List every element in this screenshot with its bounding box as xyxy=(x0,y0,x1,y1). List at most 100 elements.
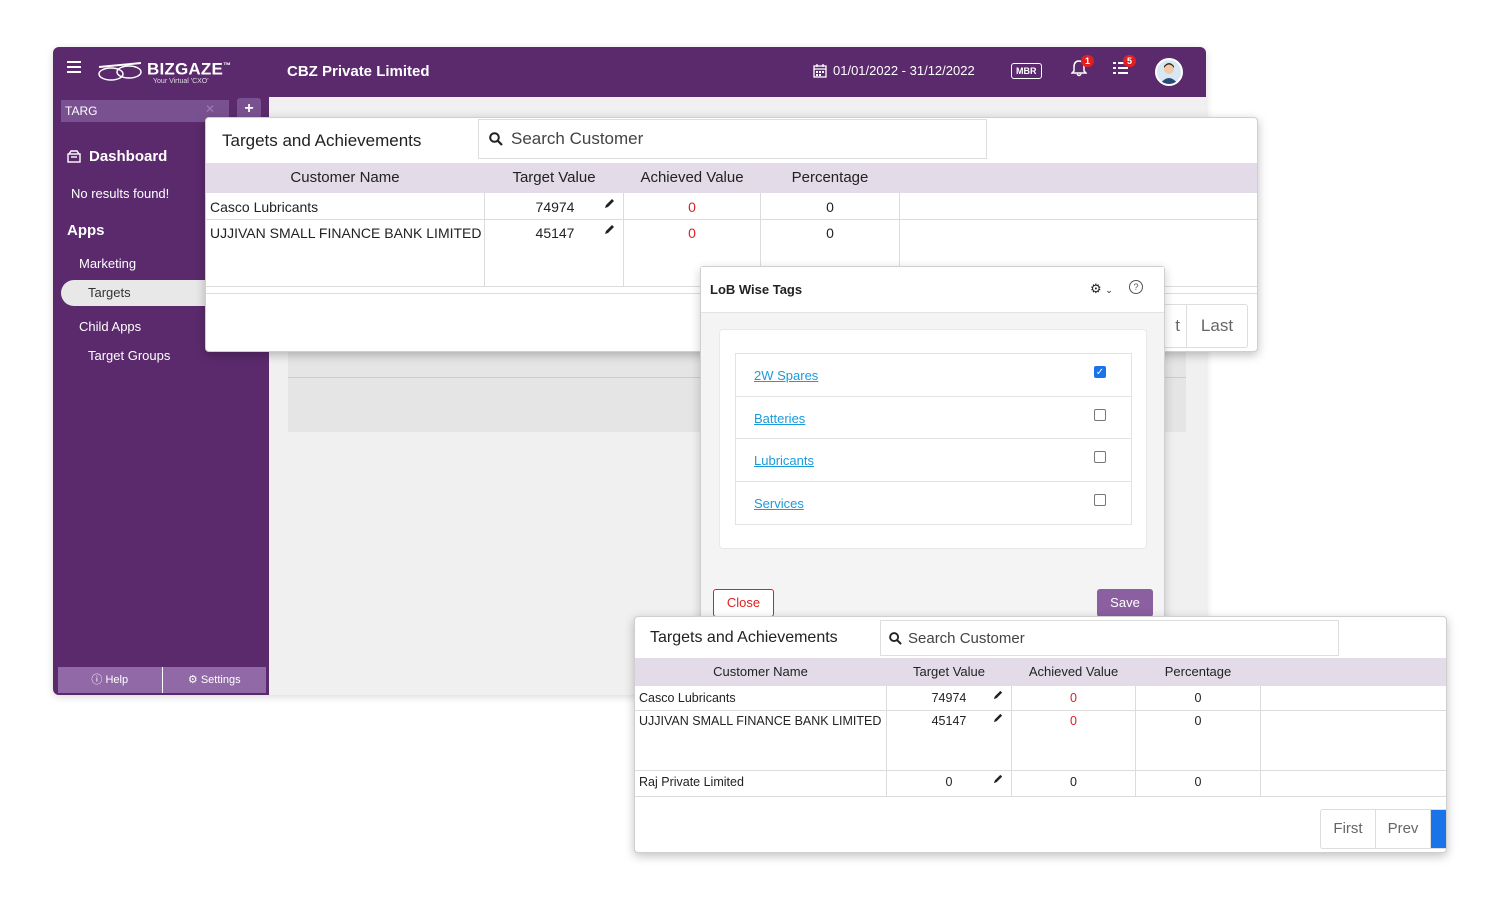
help-icon[interactable]: ? xyxy=(1129,280,1143,294)
sidebar-item-child-apps[interactable]: Child Apps xyxy=(79,319,141,334)
tag-link-2w-spares[interactable]: 2W Spares xyxy=(754,368,818,383)
customer-name: Raj Private Limited xyxy=(639,775,744,789)
column-header: Customer Name xyxy=(290,169,400,186)
search-icon xyxy=(889,631,902,645)
table-header: Customer Name Target Value Achieved Valu… xyxy=(635,658,1446,686)
tasks-badge: 5 xyxy=(1123,55,1137,67)
target-value: 0 xyxy=(945,775,953,789)
logo-tagline: Your Virtual 'CXO' xyxy=(153,77,209,85)
search-customer-field[interactable]: Search Customer xyxy=(478,119,987,159)
logo-eyes-icon xyxy=(98,62,142,81)
dashboard-icon xyxy=(67,150,81,163)
tag-checkbox[interactable] xyxy=(1094,408,1106,421)
column-header: Achieved Value xyxy=(640,169,744,186)
tag-link-batteries[interactable]: Batteries xyxy=(754,411,805,426)
target-value: 45147 xyxy=(535,225,575,241)
pager-prev-button[interactable]: Prev xyxy=(1376,810,1431,848)
list-item: Lubricants xyxy=(736,439,1131,482)
customer-name: Casco Lubricants xyxy=(639,691,736,705)
search-customer-field[interactable]: Search Customer xyxy=(880,620,1339,656)
save-button[interactable]: Save xyxy=(1097,589,1153,617)
achieved-value: 0 xyxy=(1070,775,1077,789)
search-icon xyxy=(489,132,503,146)
edit-pencil-icon[interactable] xyxy=(604,223,616,235)
edit-pencil-icon[interactable] xyxy=(993,689,1004,700)
table-header: Customer Name Target Value Achieved Valu… xyxy=(206,163,1257,193)
column-header: Percentage xyxy=(1164,664,1232,679)
tag-checkbox[interactable]: ✓ xyxy=(1094,366,1106,378)
tag-checkbox[interactable] xyxy=(1094,451,1106,463)
user-avatar[interactable] xyxy=(1155,58,1183,86)
help-icon: ⓘ xyxy=(91,674,103,686)
sidebar-footer: ⓘ Help ⚙ Settings xyxy=(58,667,266,693)
edit-pencil-icon[interactable] xyxy=(604,197,616,209)
close-button[interactable]: Close xyxy=(713,589,774,617)
list-item: 2W Spares ✓ xyxy=(736,354,1131,397)
pager-last-button[interactable]: Last xyxy=(1187,305,1247,347)
percentage: 0 xyxy=(1194,691,1202,705)
target-value: 74974 xyxy=(535,199,575,215)
date-range-picker[interactable]: 01/01/2022 - 31/12/2022 xyxy=(813,63,975,78)
settings-label: Settings xyxy=(200,674,241,686)
column-header: Percentage xyxy=(791,169,869,186)
target-value: 74974 xyxy=(931,691,967,705)
percentage: 0 xyxy=(826,199,834,215)
list-item: Services xyxy=(736,482,1131,525)
modal-header: LoB Wise Tags ⚙ ⌄ ? xyxy=(701,267,1164,313)
clear-search-icon[interactable]: ✕ xyxy=(205,102,215,116)
help-button[interactable]: ⓘ Help xyxy=(58,667,163,693)
tag-link-lubricants[interactable]: Lubricants xyxy=(754,453,814,468)
company-name: CBZ Private Limited xyxy=(287,63,430,80)
logo-trademark: ™ xyxy=(223,61,232,71)
edit-pencil-icon[interactable] xyxy=(993,773,1004,784)
search-placeholder: Search Customer xyxy=(511,129,644,148)
tags-list: 2W Spares ✓ Batteries Lubricants Service… xyxy=(735,353,1132,525)
sidebar-search-input[interactable] xyxy=(61,100,229,122)
settings-dropdown[interactable]: ⚙ ⌄ xyxy=(1090,281,1113,297)
settings-button[interactable]: ⚙ Settings xyxy=(163,667,267,693)
mbr-button[interactable]: MBR xyxy=(1011,63,1042,79)
column-header: Target Value xyxy=(912,664,986,679)
apps-heading: Apps xyxy=(67,222,105,239)
edit-pencil-icon[interactable] xyxy=(993,712,1004,723)
percentage: 0 xyxy=(1194,714,1202,728)
notifications-button[interactable]: 1 xyxy=(1070,55,1095,82)
gear-icon: ⚙ xyxy=(187,674,198,686)
percentage: 0 xyxy=(826,225,834,241)
achieved-value: 0 xyxy=(688,225,696,241)
sidebar-item-dashboard[interactable]: Dashboard xyxy=(67,148,167,165)
sidebar-item-marketing[interactable]: Marketing xyxy=(79,256,136,271)
chevron-down-icon: ⌄ xyxy=(1105,285,1113,295)
tags-card: 2W Spares ✓ Batteries Lubricants Service… xyxy=(719,329,1147,549)
tag-checkbox[interactable] xyxy=(1094,493,1106,506)
customer-name: Casco Lubricants xyxy=(210,199,319,215)
notifications-badge: 1 xyxy=(1081,55,1095,67)
help-label: Help xyxy=(105,674,129,686)
column-header: Achieved Value xyxy=(1028,664,1119,679)
customer-name: UJJIVAN SMALL FINANCE BANK LIMITED xyxy=(639,714,882,728)
hamburger-menu-icon[interactable] xyxy=(67,61,81,75)
user-avatar-icon xyxy=(1160,63,1178,84)
tasks-button[interactable]: 5 xyxy=(1113,55,1137,82)
list-item: Batteries xyxy=(736,397,1131,439)
no-results-text: No results found! xyxy=(71,186,170,201)
search-placeholder: Search Customer xyxy=(908,629,1025,647)
pager-first-button[interactable]: First xyxy=(1321,810,1376,848)
achieved-value: 0 xyxy=(1070,691,1077,705)
date-range-text: 01/01/2022 - 31/12/2022 xyxy=(833,63,975,78)
sidebar-item-target-groups[interactable]: Target Groups xyxy=(88,348,170,363)
percentage: 0 xyxy=(1194,775,1202,789)
bizgaze-logo[interactable]: BIZGAZE™ Your Virtual 'CXO' xyxy=(97,57,231,87)
tag-link-services[interactable]: Services xyxy=(754,496,804,511)
sidebar-item-label: Dashboard xyxy=(89,148,168,165)
modal-title: Targets and Achievements xyxy=(650,629,838,646)
lob-wise-tags-modal: LoB Wise Tags ⚙ ⌄ ? 2W Spares ✓ Batterie… xyxy=(700,266,1165,626)
customer-name: UJJIVAN SMALL FINANCE BANK LIMITED xyxy=(210,225,482,241)
pagination: First Prev xyxy=(1320,809,1446,849)
calendar-icon xyxy=(813,63,827,78)
pager-current-page[interactable] xyxy=(1431,810,1446,848)
achieved-value: 0 xyxy=(1070,714,1077,728)
column-header: Customer Name xyxy=(713,664,808,679)
modal-title: LoB Wise Tags xyxy=(710,282,803,297)
target-value: 45147 xyxy=(931,714,967,728)
